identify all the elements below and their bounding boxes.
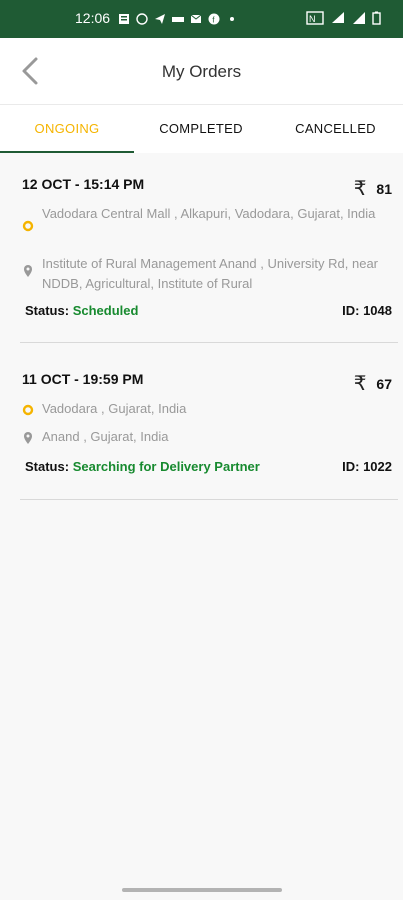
order-id: ID: 1022	[342, 459, 392, 474]
status-bar: 12:06 f N	[0, 0, 403, 38]
pickup-dot-icon	[22, 404, 34, 416]
order-status: Status: Searching for Delivery Partner	[25, 459, 260, 474]
wifi-signal-icon	[332, 12, 344, 23]
order-card[interactable]: 12 OCT - 15:14 PM ₹ 81 Vadodara Central …	[20, 176, 398, 343]
order-amount: ₹ 81	[354, 176, 392, 201]
order-amount: ₹ 67	[354, 371, 392, 396]
drop-location-pin-icon	[24, 432, 32, 444]
order-id-value: 1048	[363, 303, 392, 318]
rupee-icon: ₹	[353, 373, 367, 395]
order-date: 11 OCT - 19:59 PM	[22, 371, 144, 387]
dot-icon	[230, 17, 234, 21]
order-id-label: ID:	[342, 303, 360, 318]
order-card[interactable]: 11 OCT - 19:59 PM ₹ 67 Vadodara , Gujara…	[20, 371, 398, 500]
tab-ongoing[interactable]: ONGOING	[0, 105, 134, 153]
drop-address: Anand , Gujarat, India	[42, 429, 169, 444]
amount-value: 67	[376, 375, 392, 392]
tab-completed[interactable]: COMPLETED	[134, 105, 268, 153]
nfc-icon: N	[306, 11, 324, 25]
status-label: Status:	[25, 303, 70, 318]
order-id-label: ID:	[342, 459, 360, 474]
mail-icon	[190, 14, 202, 23]
order-tabs: ONGOING COMPLETED CANCELLED	[0, 104, 403, 153]
system-icons: N	[306, 11, 381, 25]
pickup-address: Vadodara Central Mall , Alkapuri, Vadoda…	[42, 206, 376, 221]
page-title: My Orders	[161, 62, 242, 81]
order-status: Status: Scheduled	[25, 303, 138, 318]
status-value: Scheduled	[72, 303, 139, 318]
cell-signal-icon	[353, 12, 365, 24]
status-value: Searching for Delivery Partner	[72, 459, 260, 474]
telegram-icon	[155, 14, 165, 24]
order-id-value: 1022	[363, 459, 392, 474]
rupee-icon: ₹	[353, 178, 367, 200]
facebook-icon: f	[208, 13, 220, 25]
pickup-dot-icon	[22, 220, 34, 232]
notification-icons: f	[118, 13, 238, 25]
messages-icon	[172, 17, 184, 22]
active-tab-indicator	[0, 151, 134, 153]
order-date: 12 OCT - 15:14 PM	[22, 176, 145, 192]
battery-icon	[372, 11, 381, 25]
drop-address: Institute of Rural Management Anand , Un…	[42, 256, 379, 291]
pickup-address: Vadodara , Gujarat, India	[42, 401, 187, 416]
tab-cancelled[interactable]: CANCELLED	[268, 105, 403, 153]
order-id: ID: 1048	[342, 303, 392, 318]
amount-value: 81	[376, 180, 392, 197]
status-label: Status:	[25, 459, 70, 474]
whatsapp-icon	[136, 13, 148, 25]
news-icon	[119, 14, 129, 24]
drop-location-pin-icon	[24, 265, 32, 277]
home-indicator[interactable]	[122, 888, 282, 892]
status-time: 12:06	[75, 10, 111, 26]
app-bar: My Orders	[0, 38, 403, 104]
svg-text:N: N	[309, 14, 316, 24]
